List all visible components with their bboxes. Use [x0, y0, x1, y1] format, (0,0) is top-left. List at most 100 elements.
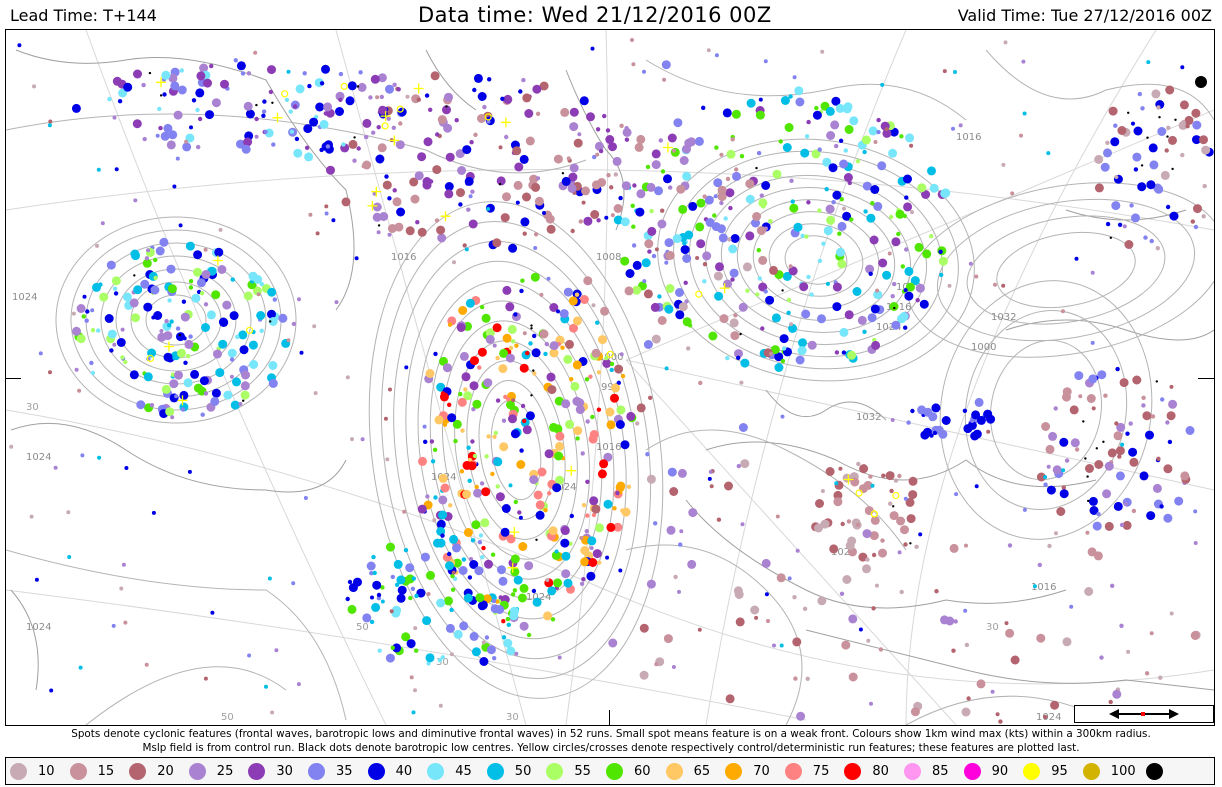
cyclone-feature-spot: [687, 559, 697, 569]
cyclone-feature-spot: [182, 336, 187, 341]
cyclone-feature-spot: [334, 300, 339, 305]
cyclone-feature-spot: [864, 506, 874, 516]
cyclone-feature-spot: [506, 622, 511, 627]
cyclone-feature-spot: [520, 278, 525, 283]
forecast-map[interactable]: 1024 1024 1016 1008 1000 992 1016 1024 1032 1024 1…: [5, 29, 1215, 726]
cyclone-feature-spot: [888, 148, 898, 158]
cyclone-feature-spot: [472, 399, 482, 409]
cyclone-feature-spot: [210, 610, 215, 615]
cyclone-feature-spot: [561, 569, 571, 579]
cyclone-feature-spot: [480, 555, 485, 560]
cyclone-feature-spot: [396, 87, 401, 92]
cyclone-feature-spot: [350, 437, 354, 442]
cyclone-feature-spot: [1149, 238, 1154, 244]
barotropic-low-dot: [530, 327, 533, 330]
cyclone-feature-spot: [626, 411, 636, 421]
cyclone-feature-spot: [345, 596, 350, 602]
cyclone-feature-spot: [917, 405, 927, 415]
barotropic-low-dot: [1146, 136, 1149, 139]
cyclone-feature-spot: [133, 69, 142, 79]
cyclone-feature-spot: [838, 138, 844, 143]
cyclone-feature-spot: [213, 349, 222, 359]
cyclone-feature-spot: [615, 490, 620, 496]
cyclone-feature-spot: [360, 437, 365, 442]
cyclone-feature-spot: [837, 259, 847, 269]
cyclone-feature-spot: [645, 452, 650, 457]
cyclone-feature-spot: [552, 483, 562, 493]
cyclone-feature-spot: [425, 494, 430, 499]
cyclone-feature-spot: [882, 270, 892, 280]
cyclone-feature-spot: [664, 238, 674, 248]
cyclone-feature-spot: [750, 605, 760, 615]
cyclone-feature-spot: [481, 545, 486, 551]
cyclone-feature-spot: [17, 43, 22, 48]
cyclone-feature-spot: [438, 495, 448, 505]
cyclone-feature-spot: [191, 98, 197, 103]
cyclone-feature-spot: [848, 614, 858, 624]
cyclone-feature-spot: [678, 204, 688, 214]
cyclone-feature-spot: [519, 288, 524, 294]
cyclone-feature-spot: [673, 118, 683, 128]
cyclone-feature-spot: [830, 120, 840, 130]
cyclone-feature-spot: [292, 104, 298, 109]
cyclone-feature-spot: [506, 646, 516, 656]
cyclone-feature-spot: [831, 200, 836, 205]
cyclone-feature-spot: [1022, 507, 1027, 512]
barotropic-low-dot: [1109, 236, 1113, 239]
cyclone-feature-spot: [591, 504, 601, 514]
cyclone-feature-spot: [132, 119, 142, 129]
cyclone-feature-spot: [724, 481, 733, 491]
cyclone-feature-spot: [620, 256, 630, 266]
cyclone-feature-spot: [696, 198, 706, 208]
cyclone-feature-spot: [267, 287, 277, 297]
cyclone-feature-spot: [477, 92, 487, 101]
cyclone-feature-spot: [477, 601, 487, 611]
cyclone-feature-spot: [1193, 541, 1198, 545]
cyclone-feature-spot: [639, 670, 649, 680]
cyclone-feature-spot: [414, 648, 419, 653]
cyclone-feature-spot: [510, 554, 520, 564]
legend-label: 80: [872, 764, 889, 779]
cyclone-feature-spot: [545, 578, 550, 582]
cyclone-feature-spot: [794, 86, 804, 96]
cyclone-feature-spot: [326, 165, 335, 175]
cyclone-feature-spot: [514, 162, 524, 172]
cyclone-feature-spot: [1119, 623, 1124, 628]
cyclone-feature-spot: [591, 348, 601, 358]
cyclone-feature-spot: [546, 276, 551, 281]
cyclone-feature-spot: [862, 529, 872, 539]
cyclone-feature-spot: [1168, 135, 1177, 145]
cyclone-feature-spot: [470, 356, 479, 366]
graticule-line: [6, 589, 807, 721]
cyclone-feature-spot: [384, 174, 389, 179]
cyclone-feature-spot: [554, 451, 564, 461]
cyclone-feature-spot: [869, 701, 873, 706]
cyclone-feature-spot: [878, 647, 884, 652]
cyclone-feature-spot: [1185, 426, 1195, 435]
cyclone-feature-spot: [458, 306, 468, 315]
cyclone-feature-spot: [520, 403, 526, 409]
legend-label: 85: [932, 764, 949, 779]
cyclone-feature-spot: [1021, 59, 1026, 64]
cyclone-feature-spot: [268, 378, 278, 388]
cyclone-feature-spot: [858, 627, 863, 632]
cyclone-feature-spot: [391, 125, 396, 130]
cyclone-feature-spot: [769, 351, 773, 356]
cyclone-feature-spot: [825, 281, 830, 286]
cyclone-feature-spot: [533, 490, 543, 500]
cyclone-feature-spot: [388, 387, 392, 392]
cyclone-feature-spot: [510, 592, 516, 597]
cyclone-feature-spot: [1100, 162, 1110, 172]
cyclone-feature-spot: [404, 365, 409, 370]
cyclone-feature-spot: [573, 426, 583, 436]
cyclone-feature-spot: [1113, 123, 1118, 128]
cyclone-feature-spot: [186, 353, 191, 359]
cyclone-feature-spot: [875, 288, 880, 293]
cyclone-feature-spot: [178, 223, 183, 228]
cyclone-feature-spot: [976, 415, 986, 425]
cyclone-feature-spot: [855, 159, 861, 164]
cyclone-feature-spot: [524, 109, 534, 118]
cyclone-feature-spot: [263, 129, 268, 134]
cyclone-feature-spot: [856, 461, 861, 467]
cyclone-feature-spot: [757, 276, 762, 281]
